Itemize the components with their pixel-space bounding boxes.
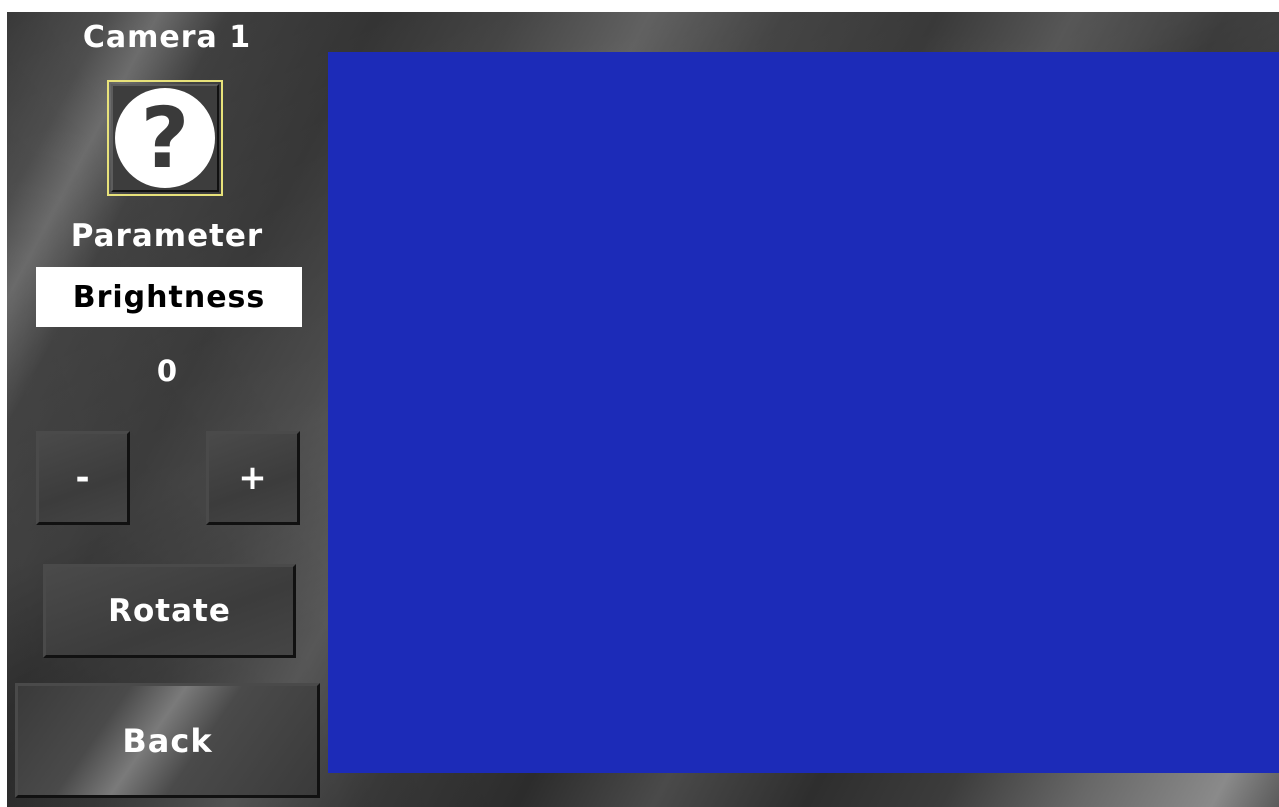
rotate-button[interactable]: Rotate	[43, 564, 296, 658]
camera-status-frame: ?	[111, 84, 219, 192]
decrement-button[interactable]: -	[36, 431, 130, 525]
parameter-value: 0	[156, 354, 178, 388]
camera-video-view	[328, 52, 1279, 773]
back-button[interactable]: Back	[15, 683, 320, 798]
camera-title: Camera 1	[82, 20, 252, 55]
parameter-selector[interactable]: Brightness	[36, 267, 302, 327]
camera-status-button[interactable]: ?	[107, 80, 223, 196]
question-mark-icon: ?	[115, 88, 215, 188]
parameter-label: Parameter	[70, 218, 264, 254]
camera-settings-screen: Camera 1 ? Parameter Brightness 0 - + Ro…	[7, 12, 1279, 807]
increment-button[interactable]: +	[206, 431, 300, 525]
